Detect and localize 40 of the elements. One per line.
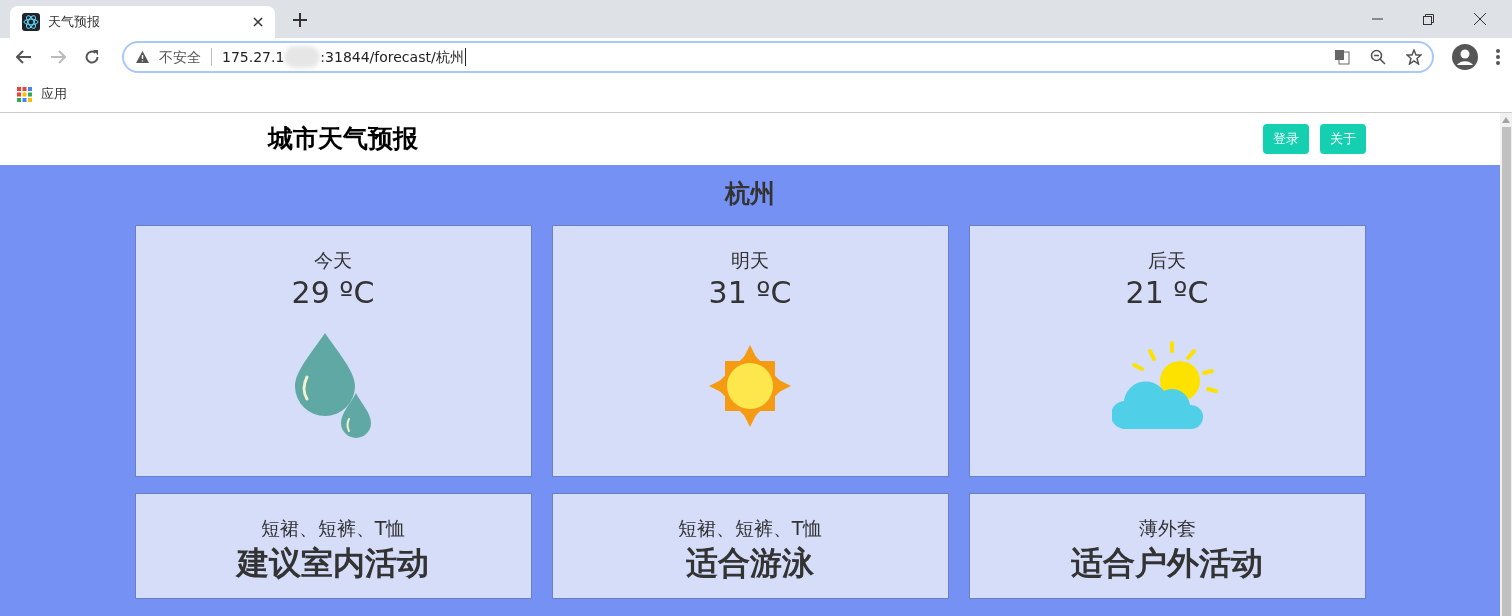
- translate-icon[interactable]: [1334, 49, 1350, 65]
- day-label: 后天: [1148, 248, 1186, 273]
- temperature: 29 ºC: [291, 274, 375, 311]
- clothing-advice: 薄外套: [1138, 516, 1196, 541]
- restore-icon[interactable]: [1423, 13, 1434, 25]
- clothing-advice: 短裙、短裤、T恤: [260, 516, 406, 541]
- security-label: 不安全: [159, 47, 201, 67]
- clothing-advice: 短裙、短裤、T恤: [677, 516, 823, 541]
- avatar-icon[interactable]: [1452, 44, 1478, 70]
- bookmark-item[interactable]: 应用: [17, 84, 67, 104]
- address-bar[interactable]: 不安全 175.27.1 :31844/forecast/杭州: [122, 41, 1434, 73]
- apps-grid-icon: [17, 86, 32, 102]
- day-label: 今天: [314, 248, 352, 273]
- warning-icon: [136, 51, 149, 63]
- activity-advice: 建议室内活动: [237, 542, 429, 583]
- close-icon[interactable]: [253, 17, 263, 27]
- day-label: 明天: [731, 248, 769, 273]
- new-tab-icon[interactable]: [293, 13, 307, 27]
- atom-icon: [22, 13, 40, 31]
- temperature: 31 ºC: [708, 274, 792, 311]
- scrollbar[interactable]: [1500, 113, 1512, 616]
- browser-tab[interactable]: 天气预报: [10, 6, 275, 38]
- back-arrow-icon[interactable]: [16, 50, 32, 64]
- temperature: 21 ºC: [1125, 274, 1209, 311]
- reload-icon[interactable]: [84, 49, 100, 65]
- page-title: 城市天气预报: [268, 123, 419, 156]
- text-cursor: [464, 48, 466, 66]
- activity-advice: 适合游泳: [686, 542, 814, 583]
- tab-title: 天气预报: [48, 13, 101, 32]
- url-text: :31844/forecast/杭州: [320, 47, 464, 67]
- city-name: 杭州: [725, 178, 775, 210]
- sun-icon: [709, 345, 791, 428]
- zoom-out-icon[interactable]: [1370, 49, 1386, 65]
- blurred-spot: [284, 46, 321, 68]
- close-icon[interactable]: [1474, 13, 1486, 25]
- menu-icon[interactable]: [1496, 49, 1500, 65]
- url-text: 175.27.1: [222, 47, 285, 67]
- star-icon[interactable]: [1406, 49, 1422, 65]
- scrollbar-thumb[interactable]: [1501, 127, 1511, 616]
- activity-advice: 适合户外活动: [1071, 542, 1263, 583]
